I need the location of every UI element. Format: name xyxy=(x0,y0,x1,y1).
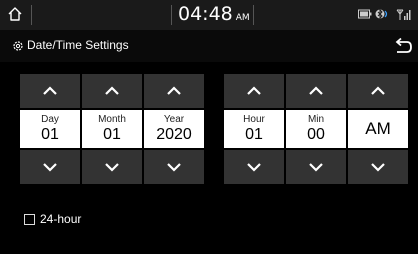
year-label: Year xyxy=(163,114,185,125)
hour-up-button[interactable] xyxy=(224,74,284,108)
status-bar: 04:48 AM xyxy=(0,0,418,30)
chevron-up-icon xyxy=(167,86,181,95)
chevron-down-icon xyxy=(371,163,385,172)
home-button[interactable] xyxy=(0,0,30,30)
hour24-checkbox[interactable] xyxy=(24,214,35,225)
page-title: Date/Time Settings xyxy=(27,38,129,52)
day-value: 01 xyxy=(41,126,59,143)
title-bar: Date/Time Settings xyxy=(0,30,418,62)
status-divider xyxy=(253,5,254,25)
back-button[interactable] xyxy=(392,37,414,57)
day-down-button[interactable] xyxy=(20,150,80,184)
month-value-box: Month 01 xyxy=(82,110,142,148)
chevron-up-icon xyxy=(247,86,261,95)
signal-icon xyxy=(396,9,411,20)
clock-time: 04:48 xyxy=(178,3,233,25)
date-time-settings-screen: 04:48 AM Date/Time Settings Day 01 Month… xyxy=(0,0,418,254)
chevron-down-icon xyxy=(105,163,119,172)
chevron-down-icon xyxy=(309,163,323,172)
clock: 04:48 AM xyxy=(178,3,250,25)
month-label: Month xyxy=(98,114,126,125)
day-up-button[interactable] xyxy=(20,74,80,108)
month-up-button[interactable] xyxy=(82,74,142,108)
status-divider xyxy=(31,5,32,25)
minute-down-button[interactable] xyxy=(286,150,346,184)
chevron-down-icon xyxy=(167,163,181,172)
minute-up-button[interactable] xyxy=(286,74,346,108)
home-icon xyxy=(8,7,22,21)
year-value: 2020 xyxy=(156,126,192,143)
chevron-up-icon xyxy=(371,86,385,95)
day-label: Day xyxy=(41,114,59,125)
hour-down-button[interactable] xyxy=(224,150,284,184)
minute-label: Min xyxy=(307,114,325,125)
day-value-box: Day 01 xyxy=(20,110,80,148)
chevron-down-icon xyxy=(247,163,261,172)
chevron-up-icon xyxy=(309,86,323,95)
clock-ampm: AM xyxy=(235,13,250,23)
ampm-up-button[interactable] xyxy=(348,74,408,108)
hour24-label[interactable]: 24-hour xyxy=(40,212,81,226)
ampm-down-button[interactable] xyxy=(348,150,408,184)
year-down-button[interactable] xyxy=(144,150,204,184)
back-icon xyxy=(395,37,412,53)
ampm-value: AM xyxy=(365,119,391,138)
gear-icon xyxy=(13,41,23,51)
ampm-value-box: AM xyxy=(348,110,408,148)
month-value: 01 xyxy=(103,126,121,143)
media-icon xyxy=(358,9,372,19)
chevron-up-icon xyxy=(105,86,119,95)
month-down-button[interactable] xyxy=(82,150,142,184)
year-value-box: Year 2020 xyxy=(144,110,204,148)
hour-value: 01 xyxy=(245,126,263,143)
chevron-down-icon xyxy=(43,163,57,172)
hour-label: Hour xyxy=(243,114,265,125)
minute-value-box: Min 00 xyxy=(286,110,346,148)
minute-value: 00 xyxy=(307,126,325,143)
chevron-up-icon xyxy=(43,86,57,95)
bluetooth-phone-icon xyxy=(375,8,388,20)
year-up-button[interactable] xyxy=(144,74,204,108)
status-divider xyxy=(171,5,172,25)
hour-value-box: Hour 01 xyxy=(224,110,284,148)
